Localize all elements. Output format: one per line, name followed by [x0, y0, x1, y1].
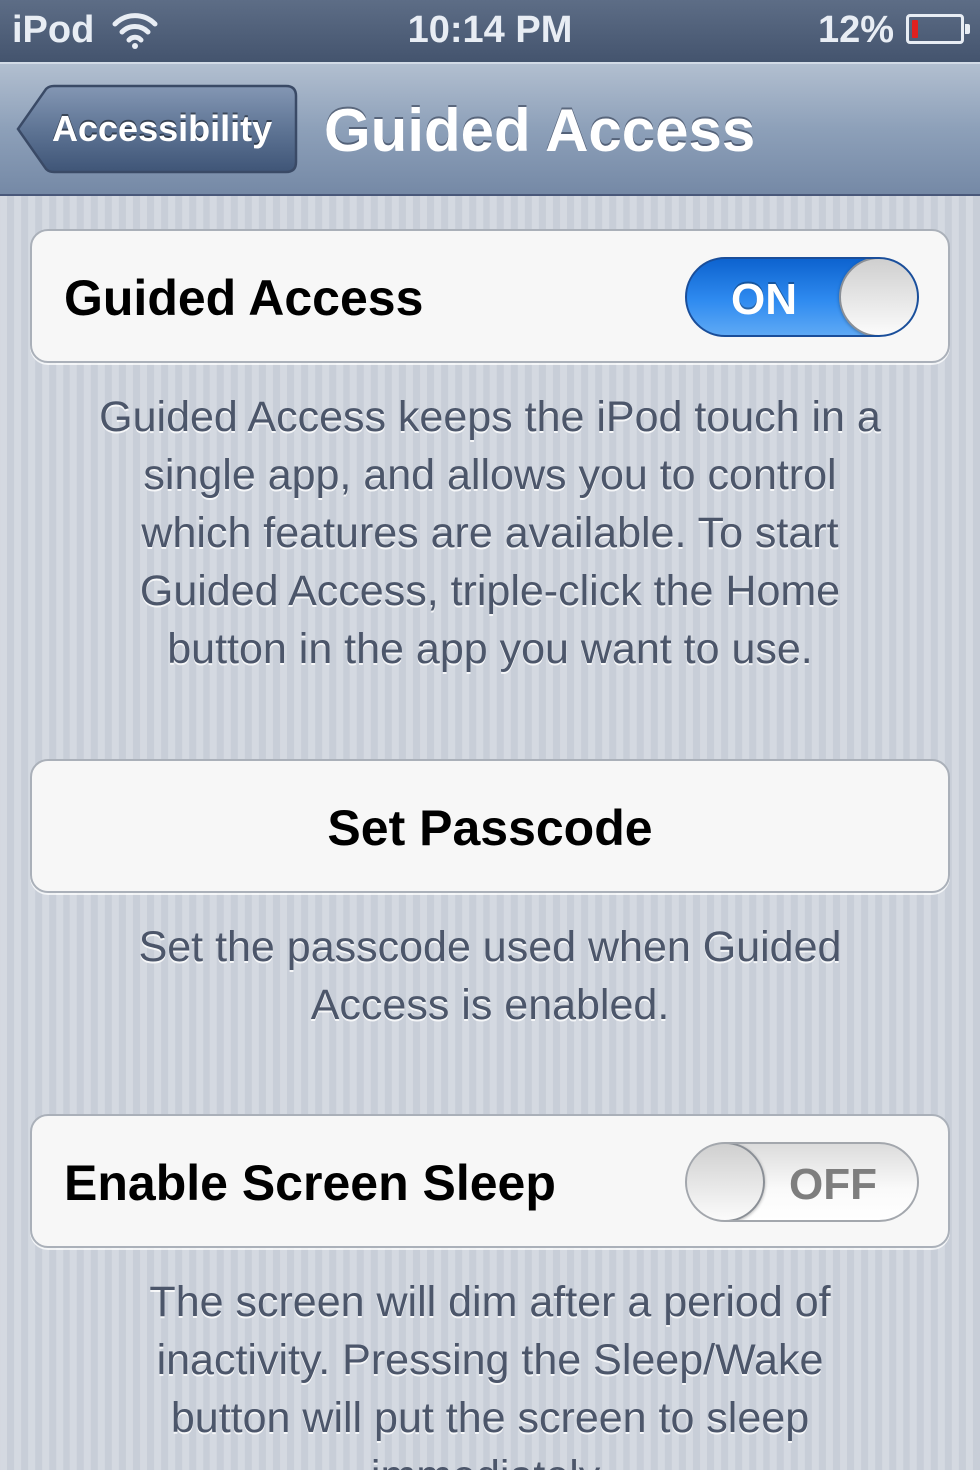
back-button-accessibility[interactable]: Accessibility: [16, 84, 298, 174]
screen-sleep-description: The screen will dim after a period of in…: [40, 1273, 940, 1470]
switch-on-text: ON: [731, 275, 797, 324]
description-line: inactivity. Pressing the Sleep/Wake: [156, 1336, 824, 1384]
description-line: Set the passcode used when Guided: [138, 923, 842, 971]
description-line: which features are available. To start: [141, 509, 839, 557]
switch-knob: [687, 1144, 765, 1220]
battery-level-fill: [912, 20, 918, 38]
guided-access-cell: Guided Access ON: [30, 229, 950, 363]
description-line: single app, and allows you to control: [143, 451, 837, 499]
switch-knob: [839, 259, 917, 335]
screen-sleep-cell: Enable Screen Sleep OFF: [30, 1114, 950, 1248]
page-title: Guided Access: [324, 97, 756, 164]
switch-off-text: OFF: [789, 1160, 877, 1209]
description-line: Access is enabled.: [310, 981, 670, 1029]
screen-sleep-switch[interactable]: OFF: [685, 1142, 919, 1222]
set-passcode-button[interactable]: Set Passcode: [30, 759, 950, 893]
guided-access-description: Guided Access keeps the iPod touch in a …: [40, 388, 940, 678]
passcode-description: Set the passcode used when Guided Access…: [40, 918, 940, 1034]
description-line: button in the app you want to use.: [167, 625, 813, 673]
description-line: The screen will dim after a period of: [149, 1278, 831, 1326]
navigation-bar: Accessibility Guided Access: [0, 62, 980, 196]
guided-access-label: Guided Access: [64, 270, 424, 326]
battery-icon: [906, 14, 970, 44]
description-line: button will put the screen to sleep: [170, 1394, 810, 1442]
battery-percent: 12%: [817, 9, 894, 51]
status-bar: iPod 10:14 PM 12%: [0, 0, 980, 62]
set-passcode-label: Set Passcode: [327, 800, 653, 856]
description-line: Guided Access, triple-click the Home: [139, 567, 841, 615]
description-line: Guided Access keeps the iPod touch in a: [99, 393, 881, 441]
screen-sleep-label: Enable Screen Sleep: [64, 1155, 556, 1211]
guided-access-switch[interactable]: ON: [685, 257, 919, 337]
description-line: immediately.: [40, 1447, 940, 1470]
back-button-label: Accessibility: [52, 108, 273, 149]
